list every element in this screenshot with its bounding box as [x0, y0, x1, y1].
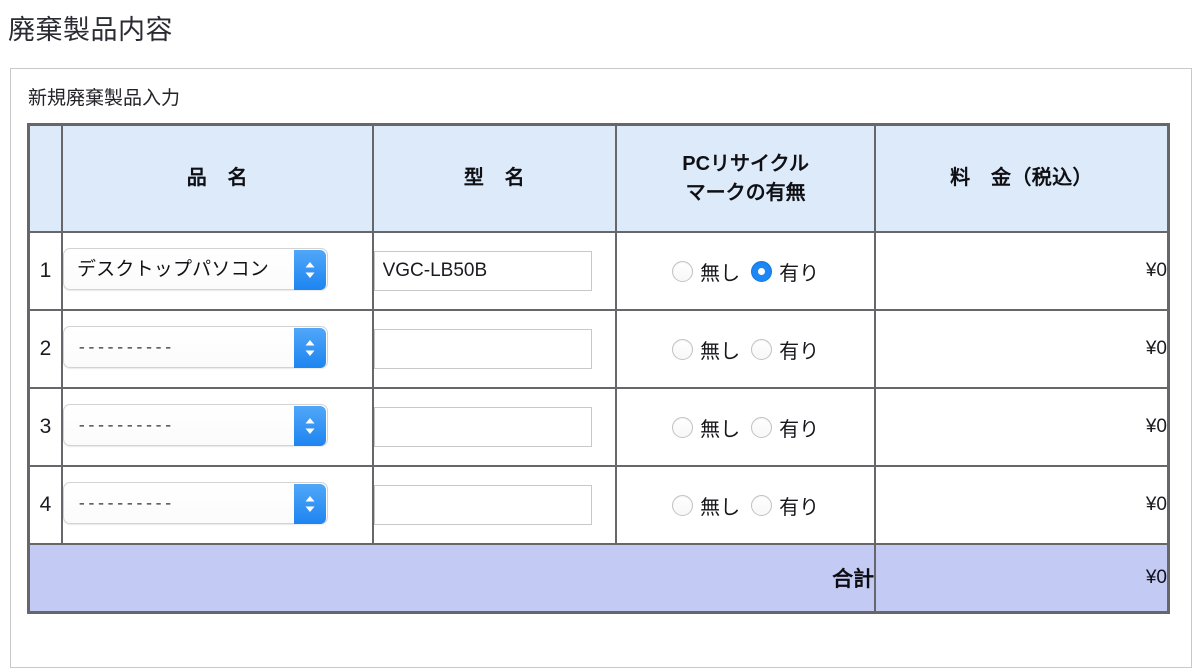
radio-option-has[interactable]: 有り — [751, 257, 819, 286]
radio-has-label: 有り — [779, 418, 820, 441]
total-label: 合計 — [27, 543, 877, 614]
radio-has-label: 有り — [779, 262, 820, 285]
model-name-input[interactable] — [373, 329, 592, 370]
product-select-value: デスクトップパソコン — [76, 258, 269, 280]
radio-option-none[interactable]: 無し — [672, 413, 740, 442]
model-name-cell — [371, 387, 618, 468]
column-header-price: 料 金（税込） — [874, 123, 1170, 234]
product-select-value: ---------- — [76, 494, 173, 513]
column-header-model-name: 型 名 — [371, 123, 618, 234]
total-value: ¥0 — [874, 543, 1170, 614]
pc-recycle-mark-cell: 無し 有り — [615, 387, 877, 468]
radio-none-icon[interactable] — [672, 260, 694, 282]
product-name-cell: ---------- — [60, 309, 374, 390]
model-name-input[interactable] — [373, 251, 592, 292]
product-name-cell: デスクトップパソコン — [60, 231, 374, 312]
table-row: 1 デスクトップパソコン VGC-LB50B 無し 有り ¥0 — [27, 231, 1170, 312]
product-select-value: ---------- — [76, 416, 173, 435]
row-number: 4 — [27, 465, 63, 546]
model-name-cell — [371, 309, 618, 390]
model-name-cell — [371, 231, 618, 312]
radio-option-none[interactable]: 無し — [672, 335, 740, 364]
radio-has-label: 有り — [779, 496, 820, 519]
row-number: 1 — [27, 231, 63, 312]
product-select[interactable]: ---------- — [62, 481, 328, 524]
product-select-value: ---------- — [76, 338, 173, 357]
row-price: ¥0 — [874, 465, 1170, 546]
radio-none-icon[interactable] — [672, 494, 694, 516]
table-row: 2 ---------- 無し 有り ¥0 — [27, 309, 1170, 390]
radio-has-icon[interactable] — [751, 416, 773, 438]
radio-has-icon[interactable] — [751, 338, 773, 360]
select-stepper-icon[interactable] — [293, 327, 326, 368]
product-name-cell: ---------- — [60, 387, 374, 468]
model-name-input[interactable] — [373, 485, 592, 526]
pc-recycle-mark-radio-group: 無し 有り — [617, 413, 874, 442]
table-header-row: 品 名 型 名 PCリサイクル マークの有無 料 金（税込） — [27, 123, 1170, 234]
column-header-pc-recycle-mark: PCリサイクル マークの有無 — [615, 123, 877, 234]
pc-recycle-mark-radio-group: 無し 有り — [617, 491, 874, 520]
radio-has-icon[interactable] — [751, 494, 773, 516]
pc-recycle-mark-cell: 無し 有り — [615, 465, 877, 546]
pc-recycle-mark-radio-group: 無し 有り — [617, 335, 874, 364]
radio-has-icon[interactable] — [751, 260, 773, 282]
select-stepper-icon[interactable] — [293, 249, 326, 290]
pc-recycle-mark-radio-group: 無し 有り — [617, 257, 874, 286]
pc-recycle-mark-cell: 無し 有り — [615, 231, 877, 312]
product-select[interactable]: デスクトップパソコン — [62, 247, 328, 290]
radio-option-has[interactable]: 有り — [751, 491, 819, 520]
select-stepper-icon[interactable] — [293, 483, 326, 524]
column-header-number — [27, 123, 63, 234]
table-body: 1 デスクトップパソコン VGC-LB50B 無し 有り ¥0 2 ------… — [27, 231, 1170, 614]
select-stepper-icon[interactable] — [293, 405, 326, 446]
table-row: 3 ---------- 無し 有り ¥0 — [27, 387, 1170, 468]
total-row: 合計 ¥0 — [27, 543, 1170, 614]
product-select[interactable]: ---------- — [62, 325, 328, 368]
radio-none-icon[interactable] — [672, 416, 694, 438]
radio-none-icon[interactable] — [672, 338, 694, 360]
model-name-cell — [371, 465, 618, 546]
radio-option-has[interactable]: 有り — [751, 413, 819, 442]
column-header-product-name: 品 名 — [60, 123, 374, 234]
row-number: 3 — [27, 387, 63, 468]
waste-product-panel: 新規廃棄製品入力 品 名 型 名 PCリサイクル マークの有無 料 金（税込） — [10, 68, 1192, 668]
pc-recycle-mark-line2: マークの有無 — [685, 181, 806, 204]
pc-recycle-mark-line1: PCリサイクル — [682, 152, 810, 175]
radio-none-label: 無し — [700, 340, 741, 363]
model-name-input[interactable] — [373, 407, 592, 448]
panel-caption: 新規廃棄製品入力 — [28, 88, 181, 109]
table-container: 品 名 型 名 PCリサイクル マークの有無 料 金（税込） 1 デスクトップパ… — [11, 111, 1191, 614]
product-select[interactable]: ---------- — [62, 403, 328, 446]
waste-product-table: 品 名 型 名 PCリサイクル マークの有無 料 金（税込） 1 デスクトップパ… — [27, 122, 1170, 614]
radio-option-has[interactable]: 有り — [751, 335, 819, 364]
pc-recycle-mark-cell: 無し 有り — [615, 309, 877, 390]
radio-option-none[interactable]: 無し — [672, 257, 740, 286]
radio-option-none[interactable]: 無し — [672, 491, 740, 520]
row-number: 2 — [27, 309, 63, 390]
table-row: 4 ---------- 無し 有り ¥0 — [27, 465, 1170, 546]
row-price: ¥0 — [874, 309, 1170, 390]
radio-none-label: 無し — [700, 262, 741, 285]
radio-has-label: 有り — [779, 340, 820, 363]
page-title: 廃棄製品内容 — [8, 15, 173, 45]
product-name-cell: ---------- — [60, 465, 374, 546]
row-price: ¥0 — [874, 387, 1170, 468]
row-price: ¥0 — [874, 231, 1170, 312]
radio-none-label: 無し — [700, 418, 741, 441]
radio-none-label: 無し — [700, 496, 741, 519]
